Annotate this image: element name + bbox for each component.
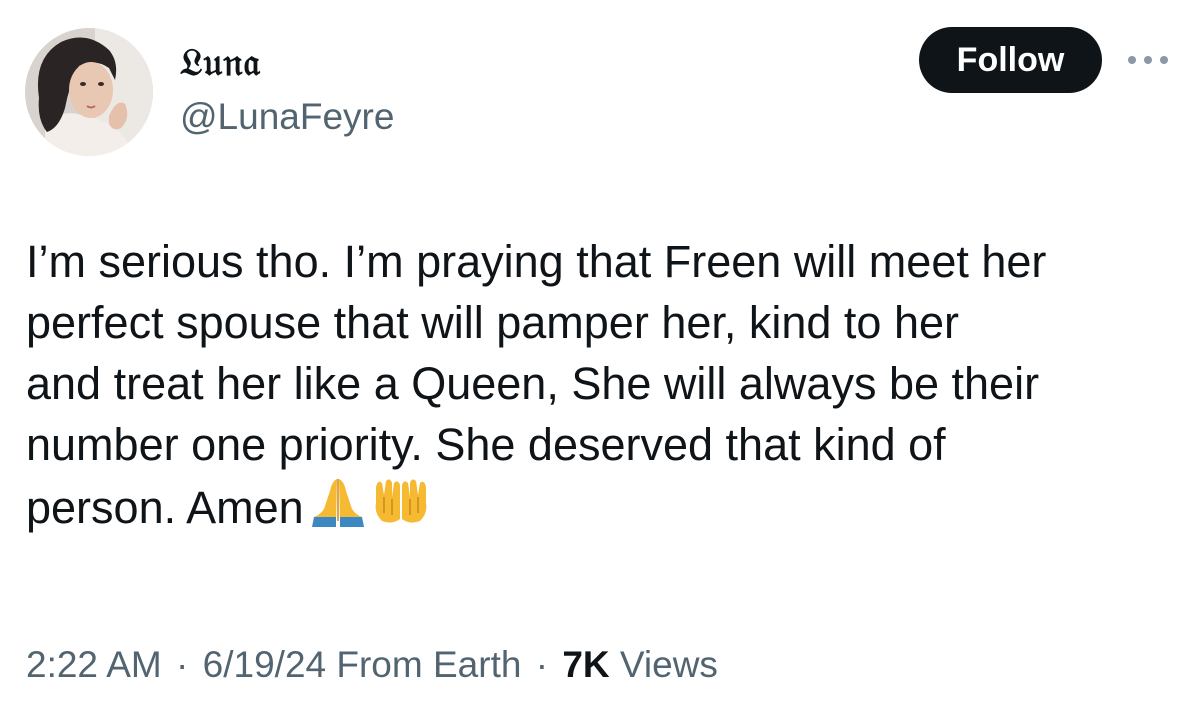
folded-hands-emoji-icon (310, 475, 366, 542)
tweet-time[interactable]: 2:22 AM (26, 644, 162, 685)
more-dots-icon[interactable] (1126, 50, 1172, 70)
more-dot (1160, 56, 1168, 64)
tweet-text-line: person. Amen (26, 482, 304, 533)
views-count[interactable]: 7K (562, 644, 609, 685)
more-dot (1128, 56, 1136, 64)
tweet-text: I’m serious tho. I’m praying that Freen … (26, 231, 1186, 542)
author-avatar[interactable] (25, 28, 153, 156)
more-dot (1144, 56, 1152, 64)
meta-separator: · (535, 644, 549, 685)
author-display-name[interactable]: 𝔏𝔲𝔫𝔞 (180, 40, 261, 84)
tweet-text-line: perfect spouse that will pamper her, kin… (26, 297, 960, 348)
author-handle[interactable]: @LunaFeyre (180, 95, 394, 139)
tweet-text-line: number one priority. She deserved that k… (26, 419, 946, 470)
meta-separator: · (176, 644, 189, 685)
tweet-text-line: I’m serious tho. I’m praying that Freen … (26, 236, 1047, 287)
tweet-card: 𝔏𝔲𝔫𝔞 @LunaFeyre Follow I’m serious tho. … (0, 0, 1200, 707)
follow-button[interactable]: Follow (919, 27, 1102, 93)
profile-photo-image (25, 28, 153, 156)
tweet-meta: 2:22 AM · 6/19/24 From Earth · 7K Views (26, 640, 718, 690)
palms-up-together-emoji-icon (372, 475, 430, 542)
tweet-text-last-line: person. Amen (26, 475, 1186, 542)
tweet-text-line: and treat her like a Queen, She will alw… (26, 358, 1040, 409)
tweet-date-source[interactable]: 6/19/24 From Earth (203, 644, 522, 685)
views-label: Views (619, 644, 718, 685)
